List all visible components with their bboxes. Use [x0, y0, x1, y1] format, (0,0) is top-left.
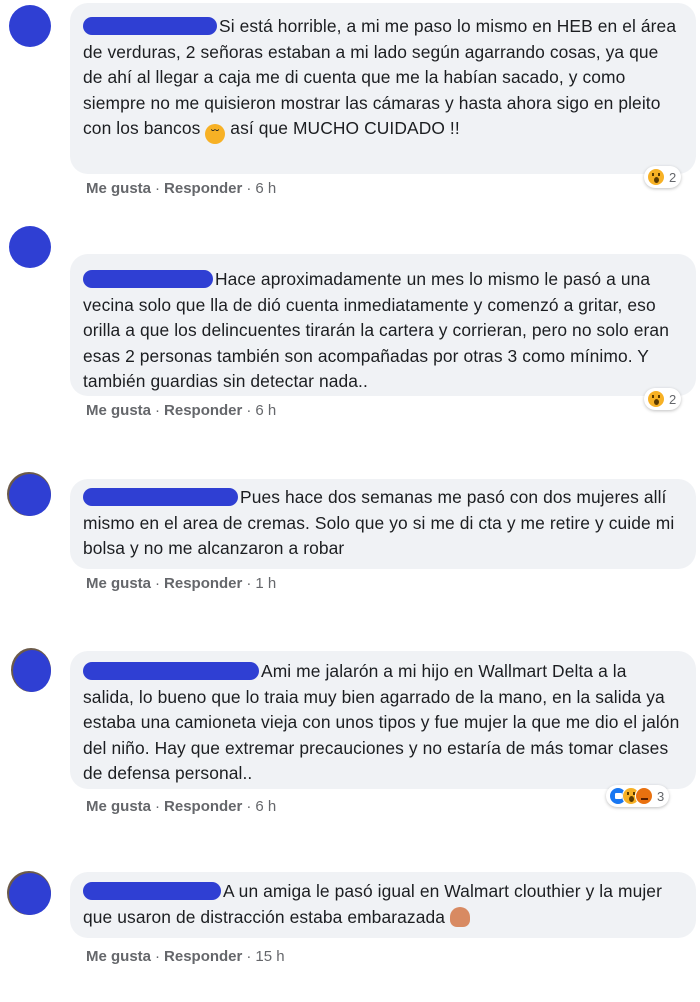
reply-link[interactable]: Responder	[164, 948, 242, 965]
avatar[interactable]	[13, 650, 51, 692]
comment-bubble: Hace aproximadamente un mes lo mismo le …	[70, 254, 696, 396]
wow-reaction-icon	[647, 168, 665, 186]
timestamp[interactable]: 1 h	[255, 575, 276, 592]
reaction-count: 3	[657, 788, 665, 804]
timestamp[interactable]: 6 h	[255, 402, 276, 419]
avatar[interactable]	[9, 5, 51, 47]
reaction-summary[interactable]: 3	[606, 785, 670, 807]
redacted-author-name[interactable]	[83, 882, 221, 900]
like-link[interactable]: Me gusta	[86, 575, 151, 592]
redacted-author-name[interactable]	[83, 17, 217, 35]
comment-actions: Me gusta · Responder · 6 h	[86, 180, 276, 197]
separator: ·	[246, 575, 252, 592]
like-link[interactable]: Me gusta	[86, 402, 151, 419]
timestamp[interactable]: 6 h	[255, 798, 276, 815]
comment-bubble: Ami me jalarón a mi hijo en Wallmart Del…	[70, 651, 696, 789]
separator: ·	[155, 180, 161, 197]
timestamp[interactable]: 15 h	[255, 948, 284, 965]
reaction-count: 2	[669, 169, 677, 185]
reaction-summary[interactable]: 2	[644, 388, 682, 410]
redacted-author-name[interactable]	[83, 662, 259, 680]
avatar[interactable]	[9, 474, 51, 516]
comment-actions: Me gusta · Responder · 1 h	[86, 575, 276, 592]
separator: ·	[155, 402, 161, 419]
angry-reaction-icon	[635, 787, 653, 805]
reply-link[interactable]: Responder	[164, 575, 242, 592]
timestamp[interactable]: 6 h	[255, 180, 276, 197]
comment-actions: Me gusta · Responder · 15 h	[86, 948, 285, 965]
avatar[interactable]	[9, 226, 51, 268]
comment-bubble: A un amiga le pasó igual en Walmart clou…	[70, 872, 696, 938]
comment-text: Si está horrible, a mi me paso lo mismo …	[83, 14, 682, 145]
avatar[interactable]	[9, 873, 51, 915]
separator: ·	[155, 948, 161, 965]
sad-face-emoji: ˘˘	[205, 124, 226, 145]
comment-text: A un amiga le pasó igual en Walmart clou…	[83, 881, 662, 927]
like-link[interactable]: Me gusta	[86, 180, 151, 197]
like-link[interactable]: Me gusta	[86, 798, 151, 815]
redacted-author-name[interactable]	[83, 270, 213, 288]
wow-reaction-icon	[647, 390, 665, 408]
comment-actions: Me gusta · Responder · 6 h	[86, 798, 276, 815]
comment-text: Ami me jalarón a mi hijo en Wallmart Del…	[83, 661, 680, 784]
separator: ·	[155, 798, 161, 815]
reply-link[interactable]: Responder	[164, 180, 242, 197]
separator: ·	[246, 798, 252, 815]
comment-text: Pues hace dos semanas me pasó con dos mu…	[83, 487, 675, 559]
redacted-author-name[interactable]	[83, 488, 238, 506]
like-link[interactable]: Me gusta	[86, 948, 151, 965]
separator: ·	[246, 948, 252, 965]
comment-actions: Me gusta · Responder · 6 h	[86, 402, 276, 419]
comment-bubble: Si está horrible, a mi me paso lo mismo …	[70, 3, 696, 174]
comment-text: Hace aproximadamente un mes lo mismo le …	[83, 269, 669, 392]
separator: ·	[246, 180, 252, 197]
reaction-count: 2	[669, 391, 677, 407]
person-frowning-emoji	[449, 906, 470, 927]
separator: ·	[155, 575, 161, 592]
reply-link[interactable]: Responder	[164, 402, 242, 419]
comment-bubble: Pues hace dos semanas me pasó con dos mu…	[70, 479, 696, 569]
reaction-summary[interactable]: 2	[644, 166, 682, 188]
reply-link[interactable]: Responder	[164, 798, 242, 815]
separator: ·	[246, 402, 252, 419]
